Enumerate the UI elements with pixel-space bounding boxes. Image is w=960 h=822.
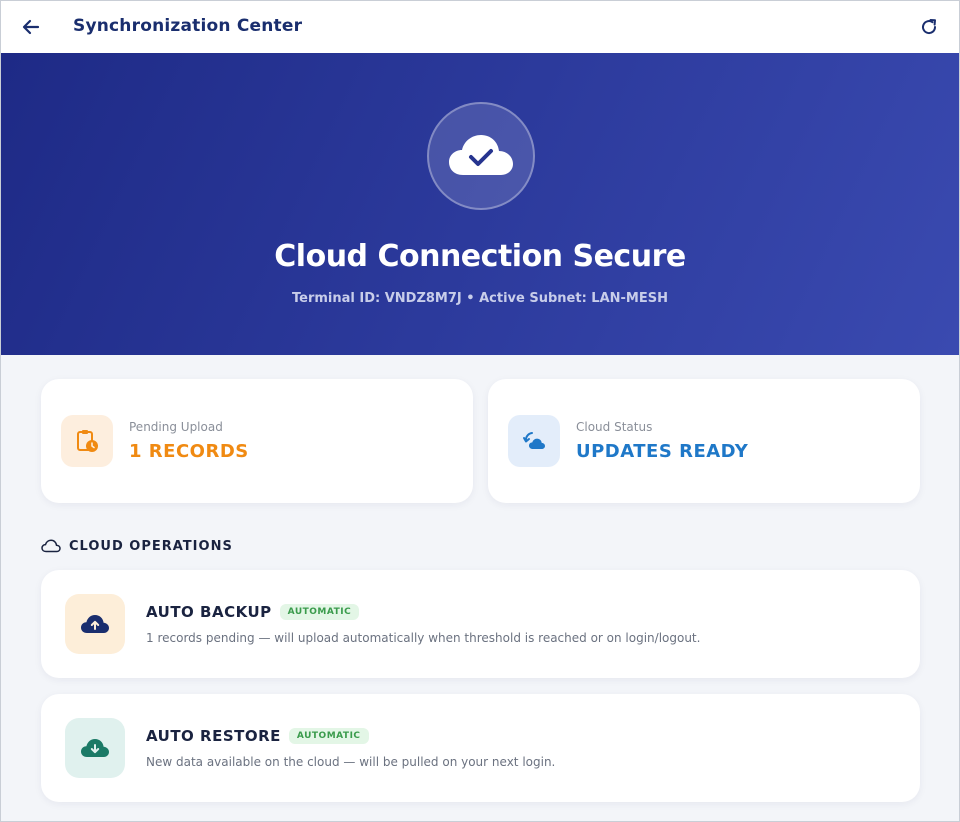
hero-icon-badge: [427, 102, 535, 210]
auto-backup-title-row: AUTO BACKUP AUTOMATIC: [146, 603, 360, 621]
cloud-upload-icon: [81, 615, 109, 633]
pending-upload-label: Pending Upload: [129, 420, 223, 434]
pending-upload-icon-box: [61, 415, 113, 467]
cloud-status-icon-box: [508, 415, 560, 467]
auto-backup-card[interactable]: AUTO BACKUP AUTOMATIC 1 records pending …: [41, 570, 920, 678]
auto-backup-description: 1 records pending — will upload automati…: [146, 631, 701, 645]
cloud-check-icon: [449, 135, 513, 175]
auto-backup-badge: AUTOMATIC: [279, 604, 360, 620]
cloud-sync-icon: [523, 432, 545, 449]
sync-center-window: Synchronization Center Cloud Connection …: [0, 0, 960, 822]
pending-upload-card: Pending Upload 1 RECORDS: [41, 379, 473, 503]
terminal-info: Terminal ID: VNDZ8M7J • Active Subnet: L…: [292, 291, 668, 306]
section-label: CLOUD OPERATIONS: [69, 538, 233, 554]
cloud-outline-icon: [41, 539, 61, 553]
refresh-button[interactable]: [913, 11, 945, 43]
arrow-left-icon: [22, 19, 40, 35]
cloud-status-card: Cloud Status UPDATES READY: [488, 379, 920, 503]
cloud-status-label: Cloud Status: [576, 420, 653, 434]
auto-restore-badge: AUTOMATIC: [288, 728, 369, 744]
auto-restore-card[interactable]: AUTO RESTORE AUTOMATIC New data availabl…: [41, 694, 920, 802]
auto-restore-title-row: AUTO RESTORE AUTOMATIC: [146, 727, 369, 745]
back-button[interactable]: [15, 11, 47, 43]
section-heading: CLOUD OPERATIONS: [41, 536, 233, 556]
top-app-bar: Synchronization Center: [1, 1, 959, 53]
refresh-icon: [922, 19, 937, 35]
hero-title: Cloud Connection Secure: [274, 239, 686, 274]
clipboard-clock-icon: [77, 430, 98, 452]
pending-upload-value: 1 RECORDS: [129, 441, 249, 462]
auto-restore-description: New data available on the cloud — will b…: [146, 755, 556, 769]
cloud-download-icon: [81, 739, 109, 757]
page-title: Synchronization Center: [73, 16, 303, 36]
connection-hero: Cloud Connection Secure Terminal ID: VND…: [1, 53, 959, 355]
cloud-status-value: UPDATES READY: [576, 441, 749, 462]
auto-restore-title: AUTO RESTORE: [146, 727, 281, 745]
auto-backup-icon-box: [65, 594, 125, 654]
auto-backup-title: AUTO BACKUP: [146, 603, 272, 621]
auto-restore-icon-box: [65, 718, 125, 778]
